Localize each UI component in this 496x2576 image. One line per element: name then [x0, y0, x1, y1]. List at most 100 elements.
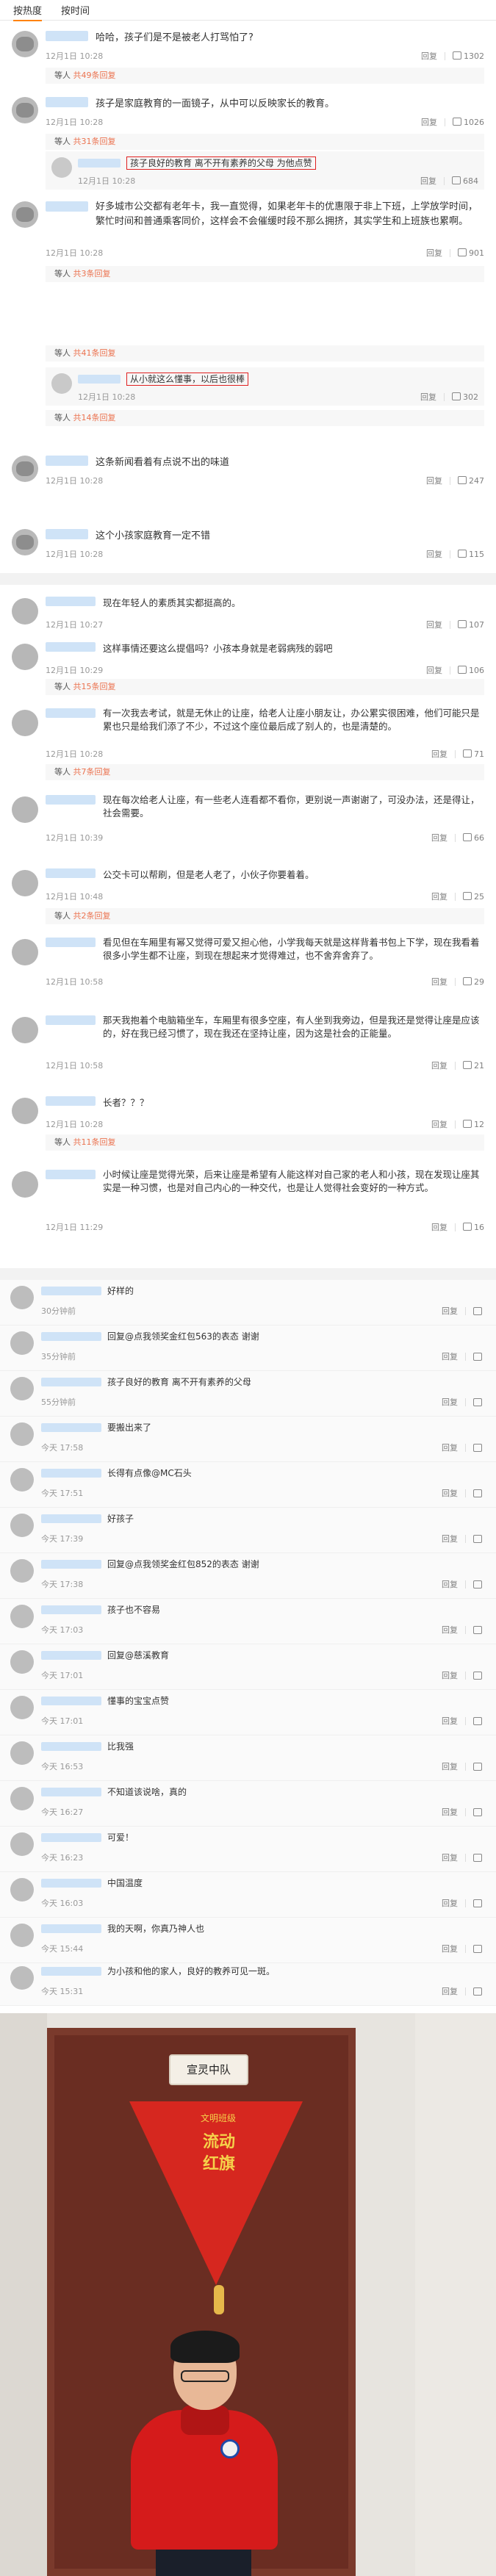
thumbs-up-icon[interactable] [473, 1853, 482, 1862]
avatar[interactable] [12, 1017, 38, 1043]
thumbs-up-icon[interactable] [473, 1625, 482, 1634]
reply-button[interactable]: 回复 [442, 1350, 458, 1362]
avatar[interactable] [12, 31, 38, 57]
avatar[interactable] [10, 1924, 34, 1947]
username-blurred[interactable] [41, 1378, 101, 1386]
reply-summary[interactable]: 等人 共31条回复 [46, 134, 484, 150]
reply-count-link[interactable]: 共41条回复 [73, 348, 116, 358]
avatar[interactable] [10, 1331, 34, 1355]
reply-button[interactable]: 回复 [420, 175, 436, 187]
tab-by-time[interactable]: 按时间 [61, 3, 90, 17]
reply-button[interactable]: 回复 [442, 1760, 458, 1772]
thumbs-up-icon[interactable] [473, 1762, 482, 1771]
like-button[interactable]: 1302 [453, 51, 484, 61]
like-button[interactable]: 107 [458, 619, 484, 630]
like-button[interactable]: 66 [463, 832, 484, 843]
like-button[interactable]: 71 [463, 749, 484, 759]
avatar[interactable] [10, 1514, 34, 1537]
username-blurred[interactable] [46, 97, 88, 107]
username-blurred[interactable] [41, 1605, 101, 1614]
reply-button[interactable]: 回复 [442, 1442, 458, 1453]
thumbs-up-icon[interactable] [473, 1580, 482, 1589]
reply-button[interactable]: 回复 [442, 1715, 458, 1727]
thumbs-up-icon[interactable] [473, 1899, 482, 1907]
reply-summary[interactable]: 等人 共41条回复 [46, 345, 484, 361]
username-blurred[interactable] [46, 597, 96, 606]
avatar[interactable] [10, 1696, 34, 1719]
thumbs-up-icon[interactable] [473, 1534, 482, 1543]
reply-button[interactable]: 回复 [431, 1221, 448, 1233]
reply-summary[interactable]: 等人 共7条回复 [46, 764, 484, 780]
avatar[interactable] [12, 710, 38, 736]
reply-button[interactable]: 回复 [431, 748, 448, 760]
username-blurred[interactable] [41, 1967, 101, 1976]
avatar[interactable] [12, 456, 38, 482]
avatar[interactable] [10, 1787, 34, 1810]
username-blurred[interactable] [46, 938, 96, 947]
username-blurred[interactable] [46, 456, 88, 466]
avatar[interactable] [10, 1559, 34, 1583]
avatar[interactable] [10, 1878, 34, 1902]
like-button[interactable]: 1026 [453, 117, 484, 127]
reply-button[interactable]: 回复 [431, 891, 448, 902]
reply-button[interactable]: 回复 [442, 1806, 458, 1818]
reply-button[interactable]: 回复 [442, 1624, 458, 1636]
username-blurred[interactable] [41, 1924, 101, 1933]
thumbs-up-icon[interactable] [473, 1489, 482, 1497]
username-blurred[interactable] [41, 1287, 101, 1295]
thumbs-up-icon[interactable] [473, 1807, 482, 1816]
like-button[interactable]: 106 [458, 665, 484, 675]
like-button[interactable]: 247 [458, 475, 484, 486]
thumbs-up-icon[interactable] [473, 1306, 482, 1315]
username-blurred[interactable] [41, 1742, 101, 1751]
like-button[interactable]: 29 [463, 976, 484, 987]
like-button[interactable]: 12 [463, 1119, 484, 1129]
like-button[interactable]: 684 [452, 176, 478, 186]
username-blurred[interactable] [78, 375, 121, 384]
username-blurred[interactable] [41, 1469, 101, 1478]
reply-summary[interactable]: 等人 共49条回复 [46, 68, 484, 84]
thumbs-up-icon[interactable] [473, 1671, 482, 1680]
username-blurred[interactable] [46, 1096, 96, 1106]
avatar[interactable] [12, 97, 38, 123]
reply-button[interactable]: 回复 [442, 1943, 458, 1954]
like-button[interactable]: 21 [463, 1060, 484, 1071]
thumbs-up-icon[interactable] [473, 1352, 482, 1361]
reply-button[interactable]: 回复 [426, 619, 442, 630]
username-blurred[interactable] [41, 1560, 101, 1569]
like-button[interactable]: 302 [452, 392, 478, 402]
reply-count-link[interactable]: 共14条回复 [73, 413, 116, 422]
username-blurred[interactable] [41, 1833, 101, 1842]
avatar[interactable] [12, 870, 38, 896]
avatar[interactable] [12, 644, 38, 670]
reply-summary[interactable]: 等人 共3条回复 [46, 266, 484, 282]
avatar[interactable] [10, 1605, 34, 1628]
reply-summary[interactable]: 等人 共14条回复 [46, 410, 484, 426]
username-blurred[interactable] [41, 1514, 101, 1523]
tab-by-heat[interactable]: 按热度 [13, 3, 43, 21]
like-button[interactable]: 115 [458, 549, 484, 559]
avatar[interactable] [10, 1966, 34, 1990]
reply-button[interactable]: 回复 [421, 50, 437, 62]
thumbs-up-icon[interactable] [473, 1716, 482, 1725]
reply-button[interactable]: 回复 [442, 1533, 458, 1544]
reply-button[interactable]: 回复 [442, 1578, 458, 1590]
avatar[interactable] [51, 157, 72, 178]
avatar[interactable] [12, 598, 38, 625]
avatar[interactable] [12, 529, 38, 555]
reply-button[interactable]: 回复 [442, 1897, 458, 1909]
reply-summary[interactable]: 等人 共11条回复 [46, 1134, 484, 1151]
reply-button[interactable]: 回复 [442, 1985, 458, 1997]
username-blurred[interactable] [41, 1879, 101, 1888]
thumbs-up-icon[interactable] [473, 1397, 482, 1406]
username-blurred[interactable] [46, 642, 96, 652]
reply-count-link[interactable]: 共31条回复 [73, 137, 116, 146]
reply-count-link[interactable]: 共7条回复 [73, 767, 111, 777]
reply-summary[interactable]: 等人 共15条回复 [46, 679, 484, 695]
username-blurred[interactable] [41, 1423, 101, 1432]
username-blurred[interactable] [41, 1697, 101, 1705]
username-blurred[interactable] [46, 1015, 96, 1025]
username-blurred[interactable] [46, 529, 88, 539]
avatar[interactable] [12, 201, 38, 228]
reply-button[interactable]: 回复 [420, 391, 436, 403]
